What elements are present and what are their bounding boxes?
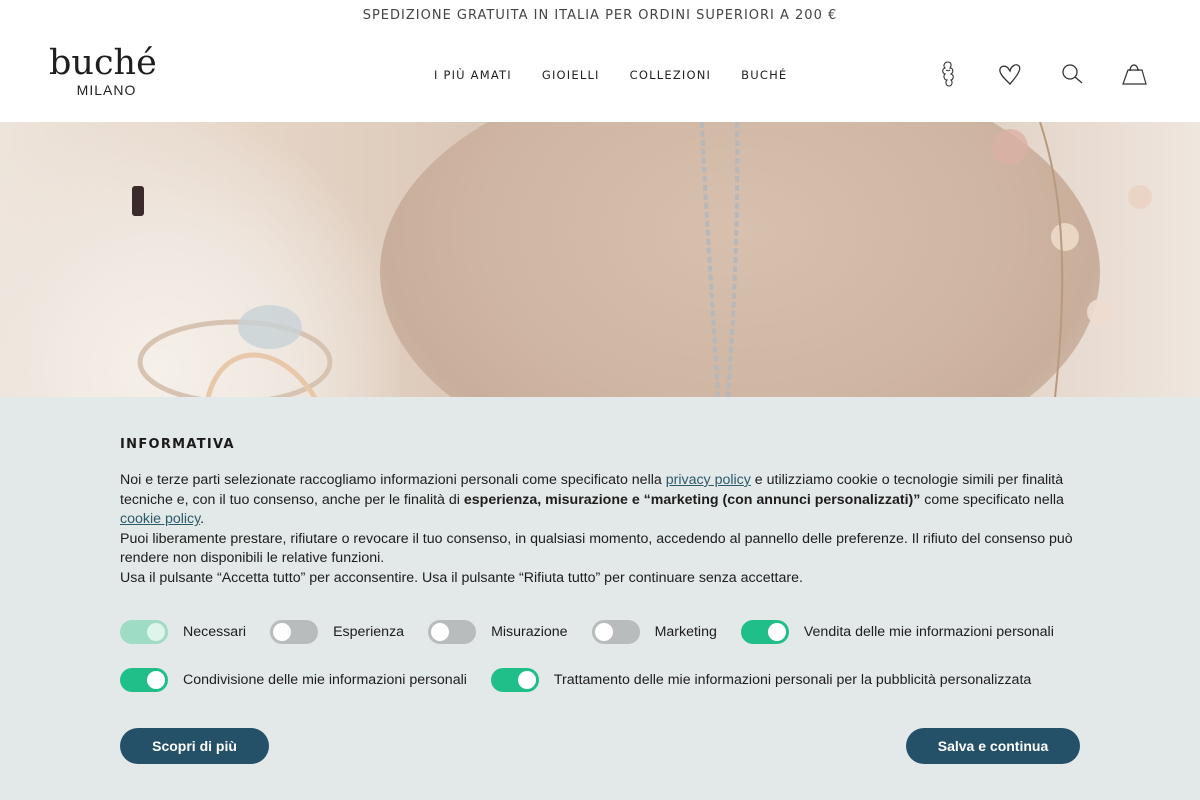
cookie-text-revoke: Puoi liberamente prestare, rifiutare o r…	[120, 530, 1073, 567]
hero-image	[0, 122, 1200, 397]
toggle-item-trattamento: Trattamento delle mie informazioni perso…	[490, 668, 1032, 692]
nav-item-buche[interactable]: BUCHÉ	[741, 68, 787, 82]
esperienza-toggle[interactable]	[270, 620, 319, 644]
privacy-policy-link[interactable]: privacy policy	[666, 472, 751, 488]
trattamento-toggle[interactable]	[490, 668, 539, 692]
toggle-item-misurazione: Misurazione	[428, 620, 568, 644]
search-icon[interactable]	[1056, 58, 1088, 90]
cookie-consent-panel: INFORMATIVA Noi e terze parti selezionat…	[0, 397, 1200, 800]
condivisione-toggle[interactable]	[120, 668, 168, 692]
marketing-toggle[interactable]	[591, 620, 640, 644]
misurazione-toggle[interactable]	[428, 620, 477, 644]
toggle-item-necessari: Necessari	[120, 620, 246, 644]
toggle-label: Esperienza	[333, 624, 405, 640]
cookie-text-part: Noi e terze parti selezionate raccogliam…	[120, 472, 666, 488]
cookie-description: Noi e terze parti selezionate raccogliam…	[120, 471, 1080, 589]
hero-decor	[132, 122, 1152, 397]
toggle-knob	[147, 671, 165, 689]
cookie-policy-link[interactable]: cookie policy	[120, 511, 200, 527]
nav-item-gioielli[interactable]: GIOIELLI	[542, 68, 600, 82]
toggle-knob	[147, 623, 165, 641]
toggle-label: Necessari	[183, 624, 247, 640]
vendita-toggle[interactable]	[740, 620, 789, 644]
cookie-text-part: .	[200, 511, 205, 528]
heart-icon[interactable]	[994, 58, 1026, 90]
cookie-title: INFORMATIVA	[120, 437, 235, 452]
save-continue-button[interactable]: Salva e continua	[906, 728, 1080, 764]
toggle-knob	[767, 623, 786, 641]
announcement-bar: SPEDIZIONE GRATUITA IN ITALIA PER ORDINI…	[0, 0, 1200, 30]
learn-more-button[interactable]: Scopri di più	[120, 728, 269, 764]
nav-item-piu-amati[interactable]: I PIÙ AMATI	[434, 68, 512, 82]
shopping-bag-icon[interactable]	[1118, 58, 1150, 90]
toggle-knob	[517, 671, 536, 689]
necessari-toggle	[120, 620, 168, 644]
nav-item-collezioni[interactable]: COLLEZIONI	[630, 68, 711, 82]
toggle-item-marketing: Marketing	[591, 620, 717, 644]
cookie-text-buttons: Usa il pulsante “Accetta tutto” per acco…	[120, 569, 803, 586]
announcement-text: SPEDIZIONE GRATUITA IN ITALIA PER ORDINI…	[362, 7, 838, 23]
toggle-label: Condivisione delle mie informazioni pers…	[183, 672, 467, 688]
toggle-knob	[431, 623, 450, 641]
account-icon[interactable]	[932, 58, 964, 90]
cookie-text-part: come specificato nella	[920, 491, 1064, 508]
toggle-item-vendita: Vendita delle mie informazioni personali	[740, 620, 1054, 644]
logo-subtitle: MILANO	[76, 82, 137, 98]
toggle-label: Marketing	[654, 624, 717, 640]
main-nav: I PIÙ AMATI GIOIELLI COLLEZIONI BUCHÉ	[434, 68, 817, 82]
consent-toggles-row-2: Condivisione delle mie informazioni pers…	[120, 668, 1055, 692]
toggle-item-condivisione: Condivisione delle mie informazioni pers…	[120, 668, 467, 692]
consent-toggles-row-1: Necessari Esperienza Misurazione Marketi…	[120, 620, 1078, 644]
toggle-knob	[594, 623, 613, 641]
cookie-purposes-bold: esperienza, misurazione e “marketing (co…	[463, 491, 921, 508]
toggle-label: Vendita delle mie informazioni personali	[803, 624, 1054, 640]
toggle-label: Trattamento delle mie informazioni perso…	[553, 672, 1032, 688]
toggle-label: Misurazione	[491, 624, 568, 640]
header-icons	[902, 58, 1150, 90]
site-header: buché MILANO I PIÙ AMATI GIOIELLI COLLEZ…	[0, 30, 1200, 122]
toggle-knob	[273, 623, 292, 641]
logo[interactable]: buché MILANO	[49, 44, 174, 98]
logo-wordmark: buché	[49, 43, 157, 83]
toggle-item-esperienza: Esperienza	[270, 620, 404, 644]
